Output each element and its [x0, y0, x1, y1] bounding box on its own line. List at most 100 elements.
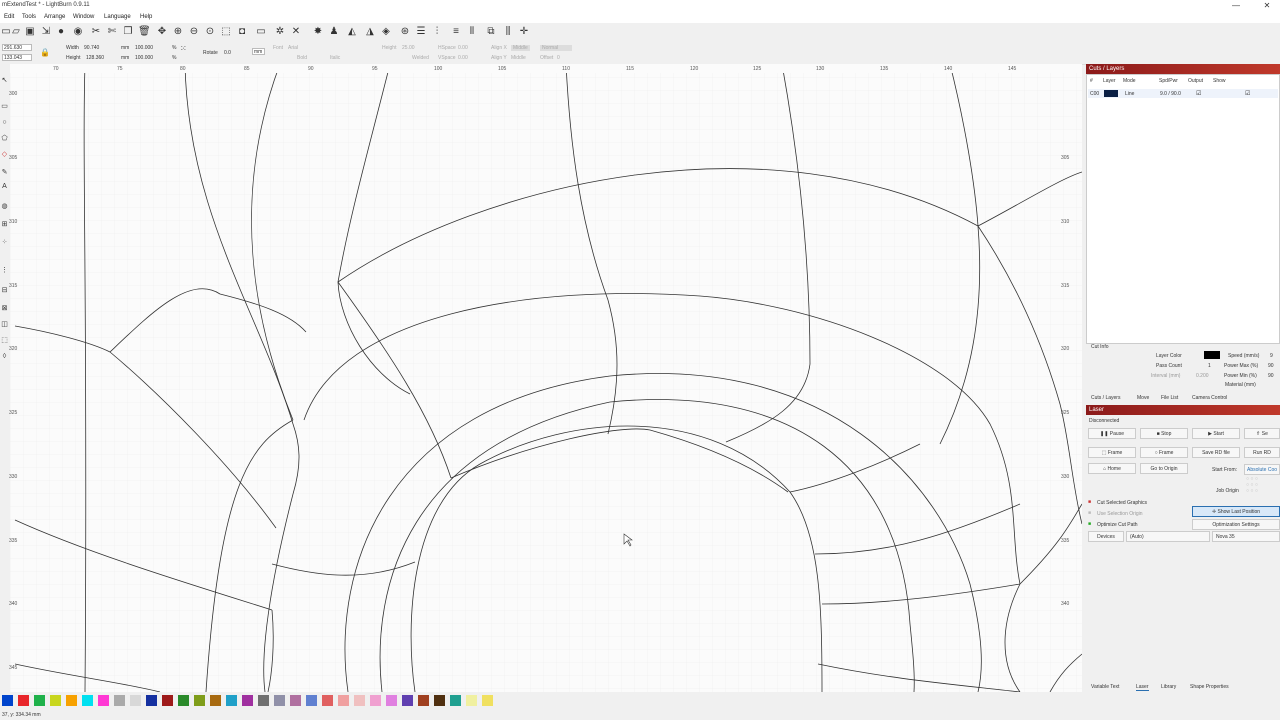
- use-selection-checkbox-icon[interactable]: ■: [1088, 510, 1091, 516]
- align-icon[interactable]: ☰: [415, 26, 427, 38]
- palette-swatch[interactable]: [466, 695, 477, 706]
- origin-grid-icon[interactable]: ⁙: [180, 44, 187, 53]
- tab-variable-text[interactable]: Variable Text: [1091, 684, 1119, 690]
- palette-swatch[interactable]: [354, 695, 365, 706]
- y-position-field[interactable]: 133.043: [2, 54, 32, 61]
- vspace-value[interactable]: 0.00: [458, 55, 468, 61]
- user-icon[interactable]: ♟: [328, 26, 340, 38]
- pass-count-value[interactable]: 1: [1208, 363, 1211, 369]
- job-origin-grid[interactable]: ○ ○ ○ ○ ○ ○ ○ ○ ○: [1246, 476, 1258, 494]
- align-tool-icon[interactable]: ⋮: [0, 266, 9, 276]
- menu-help[interactable]: Help: [140, 14, 152, 20]
- offset-value[interactable]: 0: [557, 55, 560, 61]
- tab-laser[interactable]: Laser: [1136, 684, 1149, 691]
- palette-swatch[interactable]: [434, 695, 445, 706]
- palette-swatch[interactable]: [194, 695, 205, 706]
- width-value[interactable]: 90.740: [84, 45, 99, 51]
- align-center-icon[interactable]: ≡: [450, 26, 462, 38]
- zoom-in-icon[interactable]: ⊕: [172, 26, 184, 38]
- distribute-icon[interactable]: ⫶: [431, 26, 443, 38]
- x-position-field[interactable]: 291.630: [2, 44, 32, 51]
- palette-swatch[interactable]: [2, 695, 13, 706]
- palette-swatch[interactable]: [146, 695, 157, 706]
- height-value[interactable]: 128.360: [86, 55, 104, 61]
- array-tool-icon[interactable]: ⁘: [0, 238, 9, 248]
- palette-swatch[interactable]: [258, 695, 269, 706]
- menu-window[interactable]: Window: [73, 14, 94, 20]
- home-button[interactable]: ⌂ Home: [1088, 463, 1136, 474]
- speed-value[interactable]: 9: [1270, 353, 1273, 359]
- align-x-select[interactable]: Middle: [511, 45, 530, 51]
- align-middle-icon[interactable]: ⫴: [466, 26, 478, 38]
- palette-swatch[interactable]: [450, 695, 461, 706]
- palette-swatch[interactable]: [114, 695, 125, 706]
- open-folder-icon[interactable]: ▱: [10, 26, 22, 38]
- zoom-selection-icon[interactable]: ⬚: [220, 26, 232, 38]
- settings-icon[interactable]: ●: [55, 26, 67, 38]
- scale-x-field[interactable]: 100.000: [135, 45, 153, 51]
- delete-icon[interactable]: 🗑: [138, 26, 151, 38]
- palette-swatch[interactable]: [402, 695, 413, 706]
- palette-swatch[interactable]: [50, 695, 61, 706]
- tab-camera-control[interactable]: Camera Control: [1192, 395, 1227, 401]
- text-tool-icon[interactable]: A: [0, 182, 9, 192]
- palette-swatch[interactable]: [322, 695, 333, 706]
- group-icon[interactable]: ⧉: [485, 26, 497, 38]
- interval-value[interactable]: 0.200: [1196, 373, 1209, 379]
- circle-frame-button[interactable]: ○ Frame: [1140, 447, 1188, 458]
- spacing-icon[interactable]: ⫼: [502, 26, 514, 38]
- palette-swatch[interactable]: [66, 695, 77, 706]
- weld-tool-icon[interactable]: ⊠: [0, 304, 9, 314]
- go-to-origin-button[interactable]: Go to Origin: [1140, 463, 1188, 474]
- pause-button[interactable]: ❚❚ Pause: [1088, 428, 1136, 439]
- zoom-out-icon[interactable]: ⊖: [188, 26, 200, 38]
- cut-selected-checkbox-icon[interactable]: ■: [1088, 499, 1091, 505]
- crosshair-icon[interactable]: ✛: [518, 26, 530, 38]
- menu-language[interactable]: Language: [104, 14, 131, 20]
- palette-swatch[interactable]: [290, 695, 301, 706]
- palette-swatch[interactable]: [306, 695, 317, 706]
- warp-tool-icon[interactable]: ◊: [0, 352, 9, 362]
- power-max-value[interactable]: 90: [1268, 363, 1274, 369]
- gear-icon[interactable]: ✲: [274, 26, 286, 38]
- boolean-tool-icon[interactable]: ◫: [0, 320, 9, 330]
- rotate-unit-button[interactable]: mm: [252, 48, 265, 55]
- send-button[interactable]: ⇑ Se: [1244, 428, 1280, 439]
- palette-swatch[interactable]: [482, 695, 493, 706]
- layer-mode[interactable]: Line: [1125, 91, 1134, 97]
- palette-swatch[interactable]: [418, 695, 429, 706]
- menu-arrange[interactable]: Arrange: [44, 14, 65, 20]
- tab-shape-properties[interactable]: Shape Properties: [1190, 684, 1229, 690]
- pen-tool-icon[interactable]: ✎: [0, 168, 9, 178]
- show-last-position-button[interactable]: ✛ Show Last Position: [1192, 506, 1280, 517]
- save-rd-button[interactable]: Save RD file: [1192, 447, 1240, 458]
- palette-swatch[interactable]: [162, 695, 173, 706]
- align-y-select[interactable]: Middle: [511, 55, 526, 61]
- welded-checkbox[interactable]: Welded: [412, 55, 429, 61]
- design-canvas[interactable]: [10, 64, 1082, 692]
- mirror-icon[interactable]: ◈: [380, 26, 392, 38]
- select-tool-icon[interactable]: ↖: [0, 76, 9, 86]
- layer-row[interactable]: C00 Line 9.0 / 90.0 ☑ ☑: [1088, 89, 1278, 98]
- palette-swatch[interactable]: [274, 695, 285, 706]
- palette-swatch[interactable]: [178, 695, 189, 706]
- minimize-button[interactable]: —: [1225, 0, 1247, 12]
- optimize-checkbox-icon[interactable]: ■: [1088, 521, 1091, 527]
- optimization-settings-button[interactable]: Optimization Settings: [1192, 519, 1280, 530]
- tab-file-list[interactable]: File List: [1161, 395, 1178, 401]
- palette-swatch[interactable]: [130, 695, 141, 706]
- copy-icon[interactable]: ❐: [122, 26, 134, 38]
- run-rd-button[interactable]: Run RD: [1244, 447, 1280, 458]
- polygon-tool-icon[interactable]: ⬠: [0, 134, 9, 144]
- scale-y-field[interactable]: 100.000: [135, 55, 153, 61]
- position-laser-icon[interactable]: ◍: [0, 202, 9, 212]
- layer-color-box[interactable]: [1204, 351, 1220, 359]
- output-checkbox[interactable]: ☑: [1196, 90, 1201, 97]
- start-from-select[interactable]: Absolute Coo: [1244, 464, 1280, 475]
- flip-vertical-icon[interactable]: ◮: [364, 26, 376, 38]
- target-icon[interactable]: ⊛: [399, 26, 411, 38]
- menu-edit[interactable]: Edit: [4, 14, 14, 20]
- palette-swatch[interactable]: [226, 695, 237, 706]
- device-icon[interactable]: ◉: [72, 26, 84, 38]
- palette-swatch[interactable]: [210, 695, 221, 706]
